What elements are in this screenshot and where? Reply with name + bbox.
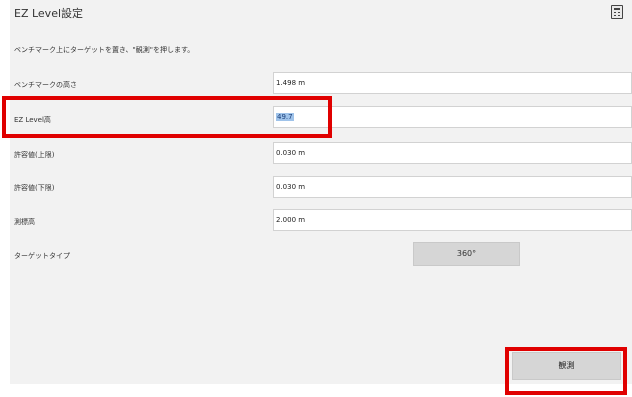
title-bar: EZ Level設定 [10, 0, 632, 24]
highlight-measure-button [505, 347, 627, 395]
window-title: EZ Level設定 [14, 7, 84, 20]
highlight-ez-level-field [2, 96, 332, 138]
benchmark-height-label: ベンチマークの高さ [14, 81, 77, 89]
instruction-text: ベンチマーク上にターゲットを置き、"観測"を押します。 [14, 46, 195, 54]
tolerance-lower-field[interactable]: 0.030 m [273, 176, 632, 198]
target-height-field[interactable]: 2.000 m [273, 209, 632, 231]
tolerance-upper-field[interactable]: 0.030 m [273, 142, 632, 164]
target-type-button[interactable]: 360° [413, 242, 520, 266]
target-height-label: 測標高 [14, 218, 35, 226]
benchmark-height-field[interactable]: 1.498 m [273, 72, 632, 94]
target-type-label: ターゲットタイプ [14, 252, 70, 260]
tolerance-lower-label: 許容値(下限) [14, 184, 55, 192]
tolerance-upper-label: 許容値(上限) [14, 151, 55, 159]
calculator-icon[interactable] [611, 5, 623, 19]
